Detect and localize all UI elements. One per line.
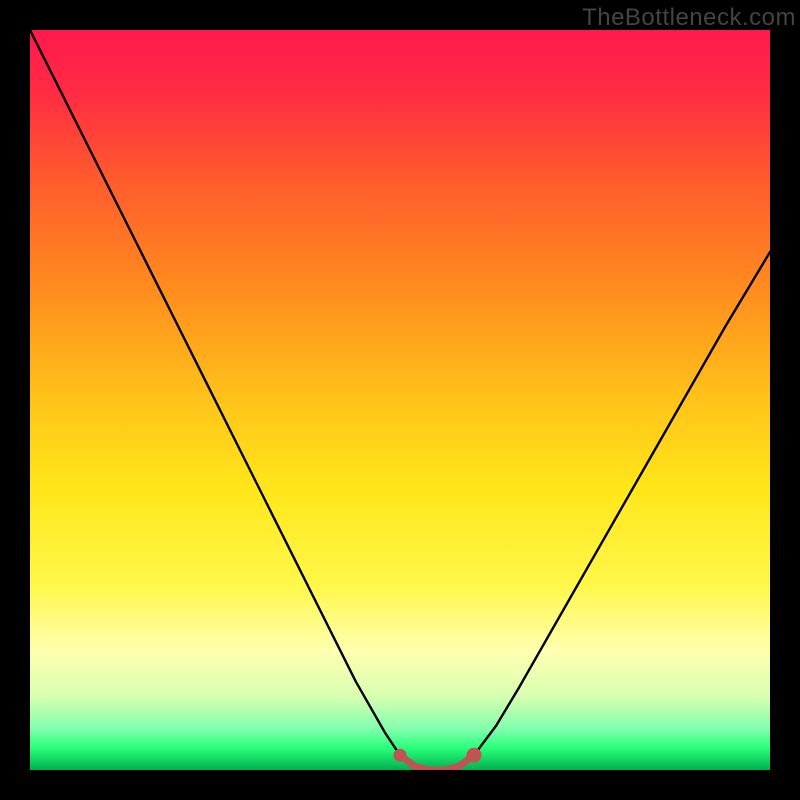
optimal-range-end-dot (467, 748, 482, 763)
gradient-background (30, 30, 770, 770)
chart-stage (30, 30, 770, 770)
chart-svg (30, 30, 770, 770)
optimal-range-start-dot (394, 749, 407, 762)
watermark-text: TheBottleneck.com (582, 4, 796, 32)
